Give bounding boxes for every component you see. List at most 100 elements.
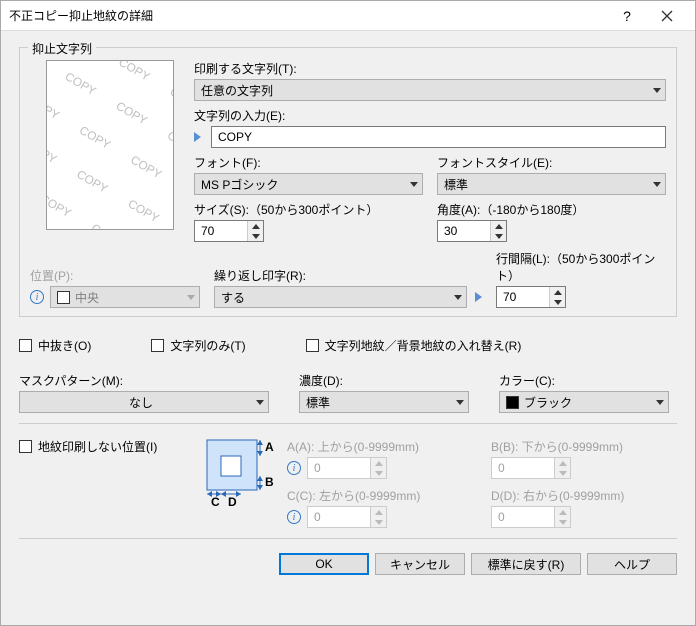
chevron-down-icon (653, 88, 661, 93)
font-style-label: フォントスタイル(E): (437, 154, 666, 171)
cancel-button[interactable]: キャンセル (375, 553, 465, 575)
dim-b-value: 0 (492, 461, 554, 475)
chevron-down-icon (554, 300, 562, 305)
angle-value: 30 (438, 224, 490, 238)
chevron-down-icon (454, 295, 462, 300)
position-swatch (57, 291, 70, 304)
chevron-down-icon (252, 234, 260, 239)
color-value: ブラック (524, 394, 572, 411)
mask-value: なし (26, 394, 256, 411)
repeat-label: 繰り返し印字(R): (214, 267, 482, 284)
swap-checkbox[interactable]: 文字列地紋／背景地紋の入れ替え(R) (306, 337, 522, 354)
separator (19, 538, 677, 539)
outline-checkbox[interactable]: 中抜き(O) (19, 337, 91, 354)
size-value: 70 (195, 224, 247, 238)
line-spacing-value: 70 (497, 290, 549, 304)
angle-label: 角度(A):（-180から180度） (437, 201, 666, 218)
help-button[interactable]: ヘルプ (587, 553, 677, 575)
exclude-area-checkbox[interactable]: 地紋印刷しない位置(I) (19, 438, 189, 455)
dialog-window: 不正コピー抑止地紋の詳細 ? 抑止文字列 COPYCOPYCOPY COPYCO… (0, 0, 696, 626)
print-string-label: 印刷する文字列(T): (194, 60, 666, 77)
chevron-up-icon (554, 290, 562, 295)
chevron-up-icon (495, 224, 503, 229)
print-string-value: 任意の文字列 (201, 82, 273, 99)
info-icon[interactable]: i (287, 510, 301, 524)
mask-label: マスクパターン(M): (19, 372, 269, 389)
line-spacing-label: 行間隔(L):（50から300ポイント） (496, 250, 666, 284)
color-label: カラー(C): (499, 372, 669, 389)
chevron-down-icon (456, 400, 464, 405)
string-input-label: 文字列の入力(E): (194, 107, 666, 124)
svg-text:B: B (265, 475, 274, 489)
exclude-diagram: A B C D (203, 438, 273, 498)
info-icon[interactable]: i (287, 461, 301, 475)
font-label: フォント(F): (194, 154, 423, 171)
text-only-checkbox[interactable]: 文字列のみ(T) (151, 337, 245, 354)
string-input-field[interactable]: COPY (211, 126, 666, 148)
font-dropdown[interactable]: MS Pゴシック (194, 173, 423, 195)
repeat-value: する (221, 289, 245, 306)
svg-text:C: C (211, 495, 220, 509)
density-dropdown[interactable]: 標準 (299, 391, 469, 413)
reset-button[interactable]: 標準に戻す(R) (471, 553, 581, 575)
ok-button[interactable]: OK (279, 553, 369, 575)
color-swatch (506, 396, 519, 409)
chevron-down-icon (653, 182, 661, 187)
string-input-value: COPY (218, 130, 252, 144)
text-only-label: 文字列のみ(T) (170, 337, 245, 354)
help-button[interactable]: ? (607, 2, 647, 30)
chevron-down-icon (559, 520, 567, 525)
dim-d-spinner: 0 (491, 506, 571, 528)
position-value: 中央 (75, 289, 99, 306)
info-icon[interactable]: i (30, 290, 44, 304)
preview-image: COPYCOPYCOPY COPYCOPYCOPY COPYCOPYCOPY C… (47, 61, 173, 229)
chevron-up-icon (559, 510, 567, 515)
content-area: 抑止文字列 COPYCOPYCOPY COPYCOPYCOPY COPYCOPY… (1, 31, 695, 625)
dim-b-label: B(B): 下から(0-9999mm) (491, 438, 677, 455)
mask-dropdown[interactable]: なし (19, 391, 269, 413)
play-icon (194, 132, 201, 142)
exclude-area-label: 地紋印刷しない位置(I) (38, 438, 157, 455)
dim-a-value: 0 (308, 461, 370, 475)
chevron-down-icon (410, 182, 418, 187)
position-label: 位置(P): (30, 267, 200, 284)
button-row: OK キャンセル 標準に戻す(R) ヘルプ (19, 553, 677, 575)
line-spacing-spinner[interactable]: 70 (496, 286, 566, 308)
chevron-down-icon (187, 295, 195, 300)
close-icon (661, 10, 673, 22)
dim-a-spinner: 0 (307, 457, 387, 479)
chevron-down-icon (375, 520, 383, 525)
dim-b-spinner: 0 (491, 457, 571, 479)
font-value: MS Pゴシック (201, 176, 278, 193)
group-legend: 抑止文字列 (28, 40, 96, 57)
chevron-up-icon (375, 461, 383, 466)
title-bar: 不正コピー抑止地紋の詳細 ? (1, 1, 695, 31)
chevron-down-icon (495, 234, 503, 239)
outline-label: 中抜き(O) (38, 337, 91, 354)
angle-spinner[interactable]: 30 (437, 220, 507, 242)
print-string-dropdown[interactable]: 任意の文字列 (194, 79, 666, 101)
close-button[interactable] (647, 2, 687, 30)
text-group: 抑止文字列 COPYCOPYCOPY COPYCOPYCOPY COPYCOPY… (19, 47, 677, 317)
repeat-dropdown[interactable]: する (214, 286, 467, 308)
chevron-up-icon (252, 224, 260, 229)
chevron-up-icon (559, 461, 567, 466)
chevron-down-icon (375, 471, 383, 476)
chevron-down-icon (559, 471, 567, 476)
density-label: 濃度(D): (299, 372, 469, 389)
size-spinner[interactable]: 70 (194, 220, 264, 242)
dim-d-value: 0 (492, 510, 554, 524)
separator (19, 423, 677, 424)
position-dropdown[interactable]: 中央 (50, 286, 200, 308)
font-style-dropdown[interactable]: 標準 (437, 173, 666, 195)
dim-c-value: 0 (308, 510, 370, 524)
font-style-value: 標準 (444, 176, 468, 193)
chevron-up-icon (375, 510, 383, 515)
preview-pane: COPYCOPYCOPY COPYCOPYCOPY COPYCOPYCOPY C… (46, 60, 174, 230)
play-icon (475, 292, 482, 302)
dim-a-label: A(A): 上から(0-9999mm) (287, 438, 473, 455)
swap-label: 文字列地紋／背景地紋の入れ替え(R) (325, 337, 522, 354)
color-dropdown[interactable]: ブラック (499, 391, 669, 413)
window-title: 不正コピー抑止地紋の詳細 (9, 7, 607, 24)
density-value: 標準 (306, 394, 330, 411)
